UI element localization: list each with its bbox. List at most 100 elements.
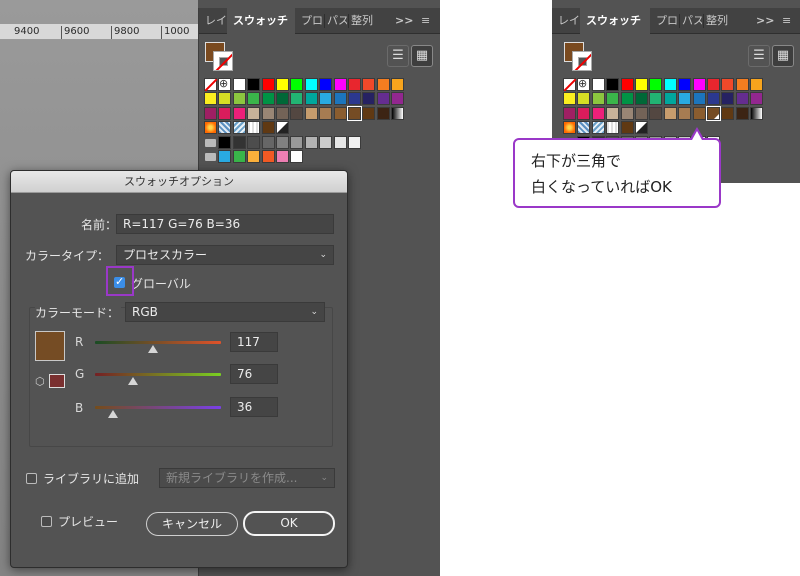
swatch[interactable] [391,92,404,105]
swatch[interactable] [233,78,246,91]
grid-view-icon[interactable]: ▦ [411,45,433,67]
tab-pathfinder[interactable]: パス [682,8,702,34]
swatch[interactable] [305,78,318,91]
swatch[interactable] [262,121,275,134]
g-slider-thumb[interactable] [127,377,138,385]
fill-stroke-widget[interactable] [564,42,596,74]
swatch[interactable] [563,107,576,120]
color-mode-dropdown[interactable]: RGB ⌄ [125,302,325,322]
swatch[interactable] [750,107,763,120]
folder-icon[interactable] [204,150,217,163]
b-slider-thumb[interactable] [107,410,118,418]
swatch[interactable] [592,107,605,120]
swatch[interactable] [707,92,720,105]
swatch[interactable] [707,78,720,91]
swatch[interactable] [577,107,590,120]
swatch[interactable] [233,92,246,105]
swatch[interactable] [233,121,246,134]
swatch[interactable] [377,107,390,120]
swatch[interactable] [218,150,231,163]
swatch[interactable] [347,106,362,121]
swatch[interactable] [592,78,605,91]
swatch[interactable] [348,78,361,91]
swatch[interactable] [290,107,303,120]
swatch[interactable] [233,107,246,120]
swatch[interactable] [721,78,734,91]
swatch[interactable] [693,92,706,105]
swatch[interactable] [706,106,721,121]
swatch[interactable] [664,78,677,91]
swatch[interactable] [218,121,231,134]
swatch[interactable] [319,107,332,120]
swatch[interactable] [348,136,361,149]
swatch[interactable] [290,78,303,91]
swatch[interactable] [204,78,217,91]
tab-properties[interactable]: プロ [301,8,323,34]
r-slider-track[interactable] [95,341,221,344]
hamburger-icon[interactable]: ≡ [782,8,796,34]
swatch[interactable] [204,92,217,105]
swatch[interactable] [592,92,605,105]
g-slider-track[interactable] [95,373,221,376]
tab-layers[interactable]: レイ [205,8,227,34]
swatch[interactable] [606,107,619,120]
swatch[interactable] [218,107,231,120]
swatch[interactable] [635,78,648,91]
panel-overflow-button[interactable]: >> [756,8,774,34]
swatch[interactable] [721,107,734,120]
swatch[interactable] [563,121,576,134]
swatch[interactable] [377,78,390,91]
swatch[interactable] [276,107,289,120]
tab-align[interactable]: 整列 [706,8,730,34]
tab-swatches[interactable]: スウォッチ [227,8,295,34]
b-slider-track[interactable] [95,406,221,409]
tab-align[interactable]: 整列 [351,8,375,34]
swatch[interactable] [391,107,404,120]
swatch[interactable] [621,92,634,105]
swatch[interactable] [247,121,260,134]
swatch[interactable] [233,150,246,163]
swatch[interactable] [218,92,231,105]
swatch[interactable] [563,92,576,105]
swatch[interactable] [290,150,303,163]
swatch[interactable] [262,92,275,105]
swatch[interactable] [592,121,605,134]
swatch[interactable] [247,78,260,91]
swatch[interactable] [247,150,260,163]
swatch[interactable] [276,136,289,149]
swatch[interactable] [678,78,691,91]
swatch[interactable] [262,150,275,163]
swatch[interactable] [736,78,749,91]
swatch-name-field[interactable]: R=117 G=76 B=36 [116,214,334,234]
grid-view-icon[interactable]: ▦ [772,45,794,67]
swatch[interactable] [664,92,677,105]
list-view-icon[interactable]: ☰ [748,45,770,67]
swatch[interactable] [204,107,217,120]
tab-pathfinder[interactable]: パス [327,8,347,34]
swatch[interactable] [606,121,619,134]
stroke-swatch[interactable] [213,51,233,71]
list-view-icon[interactable]: ☰ [387,45,409,67]
swatch[interactable] [750,78,763,91]
r-slider-thumb[interactable] [147,345,158,353]
swatch[interactable] [247,107,260,120]
swatch[interactable] [606,92,619,105]
swatch[interactable] [262,136,275,149]
swatch[interactable] [290,92,303,105]
swatch[interactable] [276,78,289,91]
hamburger-icon[interactable]: ≡ [421,8,435,34]
swatch[interactable] [305,107,318,120]
swatch[interactable] [693,78,706,91]
cancel-button[interactable]: キャンセル [146,512,238,536]
swatch[interactable] [247,92,260,105]
b-value-field[interactable]: 36 [230,397,278,417]
swatch[interactable] [290,136,303,149]
swatch[interactable] [750,92,763,105]
color-type-dropdown[interactable]: プロセスカラー ⌄ [116,245,334,265]
swatch[interactable] [334,78,347,91]
swatch[interactable] [247,136,260,149]
swatch[interactable] [362,92,375,105]
swatch[interactable] [262,78,275,91]
ok-button[interactable]: OK [243,511,335,536]
swatch[interactable] [577,121,590,134]
